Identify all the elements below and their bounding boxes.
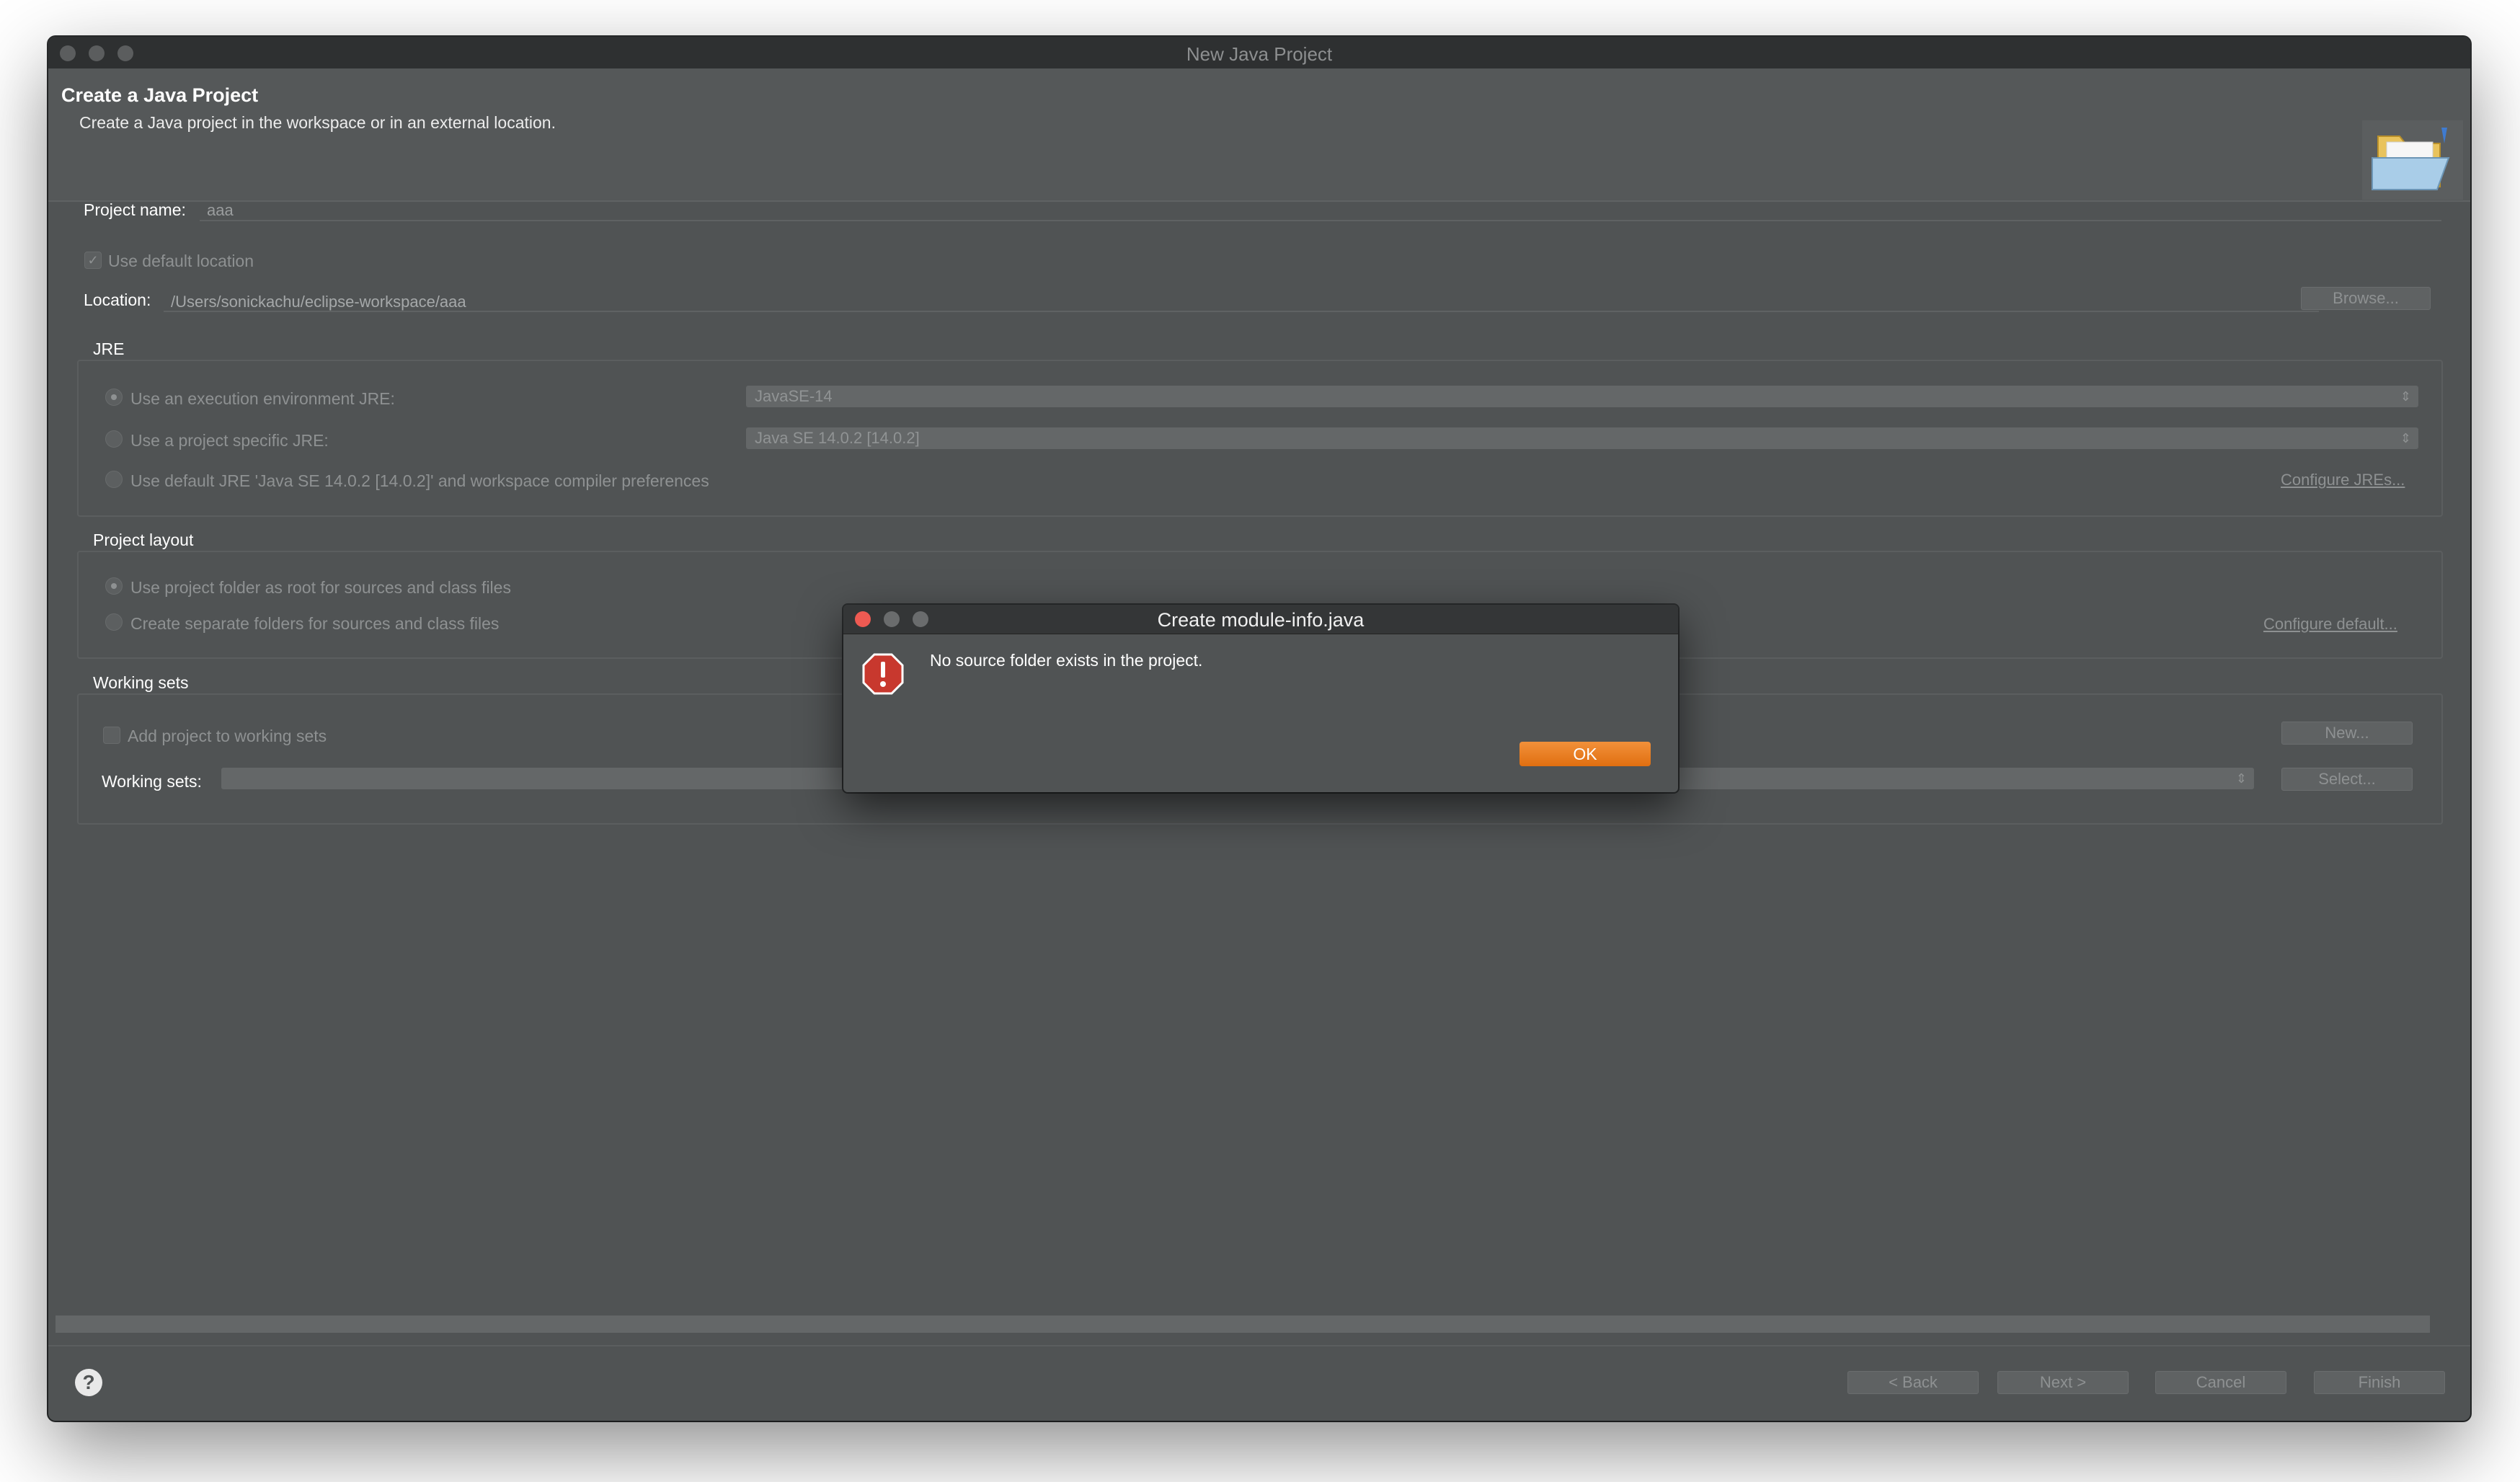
- working-sets-label: Working sets:: [102, 772, 202, 791]
- back-button[interactable]: < Back: [1847, 1371, 1979, 1394]
- use-default-location-checkbox[interactable]: ✓: [84, 252, 102, 269]
- folder-icon: [2362, 120, 2463, 200]
- dialog-message: No source folder exists in the project.: [930, 651, 1203, 670]
- dialog-titlebar: Create module-info.java: [843, 605, 1678, 634]
- layout-root-folder-radio[interactable]: [105, 577, 123, 595]
- layout-separate-folders-label: Create separate folders for sources and …: [130, 614, 500, 633]
- ok-button[interactable]: OK: [1519, 742, 1651, 766]
- jre-default-label: Use default JRE 'Java SE 14.0.2 [14.0.2]…: [130, 471, 709, 490]
- footer-divider: [48, 1345, 2470, 1346]
- jre-execution-env-value: JavaSE-14: [755, 387, 833, 405]
- error-icon: [862, 653, 904, 695]
- select-chevron-icon: ⇕: [2235, 771, 2247, 786]
- select-working-sets-button[interactable]: Select...: [2281, 768, 2413, 791]
- page-title: Create a Java Project: [61, 84, 259, 106]
- jre-default-radio[interactable]: [105, 471, 123, 488]
- jre-project-specific-select[interactable]: Java SE 14.0.2 [14.0.2] ⇕: [746, 427, 2418, 449]
- select-chevron-icon: ⇕: [2400, 431, 2411, 445]
- jre-execution-env-radio[interactable]: [105, 389, 123, 406]
- configure-jres-link[interactable]: Configure JREs...: [2281, 471, 2405, 489]
- progress-bar: [56, 1315, 2430, 1333]
- jre-execution-env-select[interactable]: JavaSE-14 ⇕: [746, 386, 2418, 407]
- add-to-working-sets-checkbox[interactable]: [103, 727, 120, 744]
- layout-root-folder-label: Use project folder as root for sources a…: [130, 578, 511, 597]
- project-layout-group-label: Project layout: [93, 531, 194, 549]
- add-to-working-sets-label: Add project to working sets: [128, 727, 327, 745]
- use-default-location-label: Use default location: [108, 252, 254, 270]
- jre-project-specific-value: Java SE 14.0.2 [14.0.2]: [755, 429, 920, 447]
- window-title: New Java Project: [1186, 43, 1333, 65]
- layout-separate-folders-radio[interactable]: [105, 613, 123, 631]
- location-input[interactable]: /Users/sonickachu/eclipse-workspace/aaa: [164, 286, 2319, 312]
- error-dialog: Create module-info.java No source folder…: [843, 605, 1678, 792]
- jre-execution-env-label: Use an execution environment JRE:: [130, 389, 395, 408]
- page-description: Create a Java project in the workspace o…: [79, 113, 556, 132]
- help-icon[interactable]: ?: [75, 1369, 102, 1396]
- cancel-button[interactable]: Cancel: [2155, 1371, 2286, 1394]
- jre-group-label: JRE: [93, 340, 125, 358]
- project-name-input[interactable]: aaa: [200, 195, 2441, 221]
- project-name-label: Project name:: [84, 200, 186, 219]
- project-name-value: aaa: [207, 201, 234, 219]
- window-titlebar: New Java Project: [48, 37, 2470, 69]
- wizard-header: [48, 68, 2470, 202]
- finish-button[interactable]: Finish: [2314, 1371, 2445, 1394]
- jre-project-specific-label: Use a project specific JRE:: [130, 431, 329, 450]
- location-value: /Users/sonickachu/eclipse-workspace/aaa: [171, 293, 466, 311]
- configure-default-link[interactable]: Configure default...: [2263, 615, 2397, 634]
- dialog-title: Create module-info.java: [1157, 609, 1365, 631]
- next-button[interactable]: Next >: [1997, 1371, 2129, 1394]
- location-label: Location:: [84, 290, 151, 309]
- new-working-set-button[interactable]: New...: [2281, 722, 2413, 745]
- jre-project-specific-radio[interactable]: [105, 430, 123, 448]
- browse-button[interactable]: Browse...: [2301, 287, 2431, 310]
- working-sets-group-label: Working sets: [93, 673, 189, 692]
- select-chevron-icon: ⇕: [2400, 389, 2411, 404]
